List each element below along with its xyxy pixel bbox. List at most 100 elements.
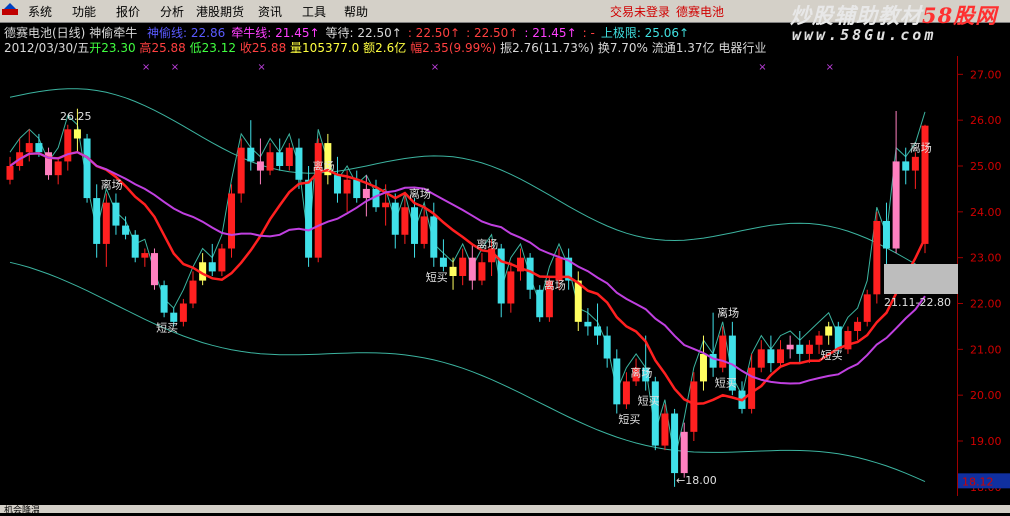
quote-date: 2012/03/30/五 (4, 41, 90, 55)
high-label: 高 (139, 41, 152, 55)
upper-band-line (9, 88, 926, 271)
amplitude-value: 2.76(11.73%) (512, 41, 594, 55)
candle-body (497, 248, 505, 304)
menu-hk-futures[interactable]: 港股期货 (196, 3, 244, 20)
candle-body (459, 257, 467, 276)
candlestick-chart[interactable]: 短买短买短买短买短买短买离场离场离场离场离场离场离场离场× × × × × ×26.25←… (0, 56, 957, 496)
menu-tools[interactable]: 工具 (302, 3, 326, 20)
candle-body (767, 349, 775, 364)
candle-body (295, 147, 303, 180)
candle-body (411, 207, 419, 244)
candle-body (748, 367, 756, 409)
candle-body (247, 147, 255, 162)
candle-body (25, 143, 33, 153)
indicator-item: : 22.50↑ (466, 26, 519, 40)
candle-body (401, 207, 409, 235)
candle-body (439, 257, 447, 267)
buy-signal-label: 短买 (715, 375, 737, 389)
lower-band-line (9, 261, 926, 483)
candle-body (757, 349, 765, 368)
change-label: 幅 (410, 41, 423, 55)
candle-body (911, 156, 919, 171)
menu-function[interactable]: 功能 (72, 3, 96, 20)
buy-signal-label: 短买 (638, 394, 660, 408)
turnover-label: 换 (597, 41, 610, 55)
menu-analysis[interactable]: 分析 (160, 3, 184, 20)
x-marker: × (142, 62, 150, 73)
volume-label: 量 (290, 41, 303, 55)
candle-body (449, 266, 457, 276)
y-tick-label: 20.00 (970, 389, 1002, 402)
chart-title: 德赛电池(日线) (4, 26, 86, 40)
x-marker: × (826, 62, 834, 73)
candle-body (276, 152, 284, 166)
candle-body (382, 202, 390, 208)
candle-body (613, 358, 621, 405)
quote-bar: 2012/03/30/五开23.30 高25.88 低23.12 收25.88 … (4, 39, 766, 56)
candle-body (112, 202, 120, 226)
indicator-item: 等待: 22.50↑ (325, 26, 402, 40)
y-tick-label: 21.00 (970, 343, 1002, 356)
candle-body (777, 349, 785, 364)
candle-body (305, 179, 313, 258)
buy-signal-label: 短买 (618, 412, 640, 426)
candle-body (285, 147, 293, 166)
y-tick-label: 19.00 (970, 435, 1002, 448)
candle-body (507, 271, 515, 304)
stock-name-title: 德赛电池 (676, 5, 725, 19)
candle-body (141, 253, 149, 258)
candle-body (690, 381, 698, 432)
candle-body (651, 381, 659, 446)
close-value: 25.88 (251, 41, 287, 55)
candle-body (228, 193, 236, 249)
float-value: 1.37亿 (675, 41, 715, 55)
volume-value: 105377.0 (302, 41, 360, 55)
candle-body (594, 326, 602, 336)
buy-signal-label: 短买 (426, 270, 448, 284)
menu-system[interactable]: 系统 (28, 3, 52, 20)
high-annotation: 26.25 (60, 110, 92, 123)
indicator-name[interactable]: 神偷牵牛 (89, 26, 137, 40)
candle-body (603, 335, 611, 359)
candle-body (333, 175, 341, 194)
candle-body (825, 326, 833, 336)
y-tick-label: 27.00 (970, 68, 1002, 81)
app-logo-icon[interactable] (2, 3, 18, 17)
candle-body (536, 289, 544, 318)
x-marker: × (431, 62, 439, 73)
low-value: 23.12 (201, 41, 236, 55)
candle-body (208, 262, 216, 272)
open-label: 开 (89, 41, 102, 55)
candle-body (892, 161, 900, 249)
candle-body (353, 179, 361, 199)
high-value: 25.88 (151, 41, 186, 55)
x-marker: × (257, 62, 265, 73)
candle-body (863, 294, 871, 322)
exit-signal-label: 离场 (544, 278, 566, 292)
candle-body (6, 166, 14, 180)
menu-info[interactable]: 资讯 (258, 3, 282, 20)
low-annotation: ←18.00 (676, 474, 717, 487)
candle-body (478, 262, 486, 281)
amount-value: 2.6亿 (375, 41, 407, 55)
candle-body (266, 152, 274, 171)
turnover-value: 7.70% (609, 41, 648, 55)
candle-body (430, 216, 438, 258)
watermark-url: www.58Gu.com (792, 26, 937, 44)
candle-body (873, 221, 881, 295)
menu-quote[interactable]: 报价 (116, 3, 140, 20)
exit-signal-label: 离场 (717, 306, 739, 320)
menu-help[interactable]: 帮助 (344, 3, 368, 20)
candle-body (699, 353, 707, 382)
price-axis: 27.00 26.00 25.00 24.00 23.00 22.00 21.00 20.00… (957, 56, 1010, 496)
login-status[interactable]: 交易未登录 (610, 3, 670, 20)
candle-body (574, 280, 582, 322)
x-marker: × (758, 62, 766, 73)
amount-label: 额 (363, 41, 376, 55)
sector-label: 电器行业 (718, 41, 767, 55)
x-marker: × (171, 62, 179, 73)
candle-body (902, 161, 910, 171)
status-bar: 机会降温 (0, 505, 1010, 516)
candle-body (362, 188, 370, 199)
candle-body (622, 381, 630, 405)
